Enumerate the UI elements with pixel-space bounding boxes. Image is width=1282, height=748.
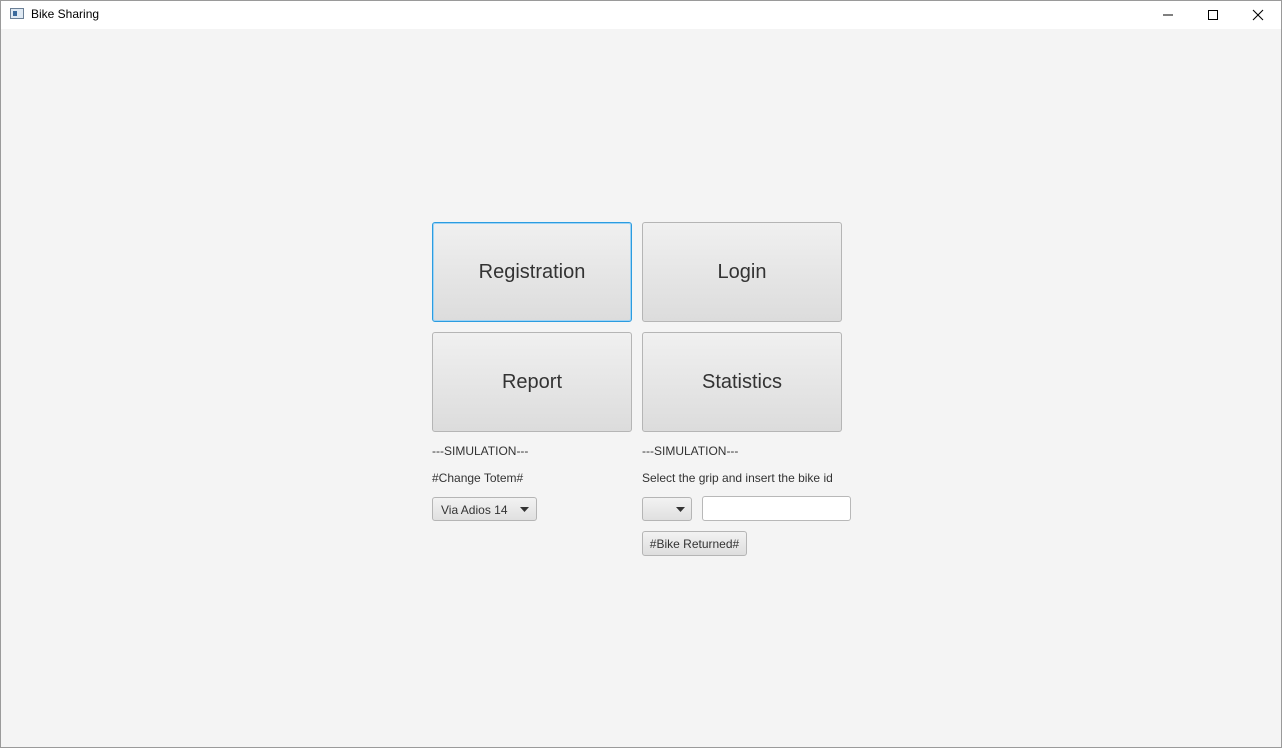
chevron-down-icon: [520, 507, 529, 512]
totem-select-value: Via Adios 14: [441, 503, 508, 517]
app-icon: [10, 8, 24, 19]
minimize-icon: [1163, 14, 1173, 16]
window-title: Bike Sharing: [31, 7, 100, 21]
chevron-down-icon: [676, 507, 685, 512]
grip-select[interactable]: [642, 497, 692, 521]
bike-id-input[interactable]: [702, 496, 851, 521]
simulation-header-left: ---SIMULATION---: [432, 444, 529, 458]
close-icon: [1252, 9, 1264, 21]
bike-returned-button[interactable]: #Bike Returned#: [642, 531, 747, 556]
maximize-icon: [1208, 10, 1218, 20]
registration-button[interactable]: Registration: [432, 222, 632, 322]
maximize-button[interactable]: [1190, 1, 1236, 29]
minimize-button[interactable]: [1145, 1, 1191, 29]
change-totem-label: #Change Totem#: [432, 471, 524, 485]
totem-select[interactable]: Via Adios 14: [432, 497, 537, 521]
login-button[interactable]: Login: [642, 222, 842, 322]
close-button[interactable]: [1235, 1, 1281, 29]
statistics-button[interactable]: Statistics: [642, 332, 842, 432]
report-button[interactable]: Report: [432, 332, 632, 432]
grip-instruction-label: Select the grip and insert the bike id: [642, 471, 833, 485]
app-window: Bike Sharing: [0, 0, 1282, 748]
simulation-header-right: ---SIMULATION---: [642, 444, 739, 458]
title-bar: Bike Sharing: [1, 1, 1281, 29]
